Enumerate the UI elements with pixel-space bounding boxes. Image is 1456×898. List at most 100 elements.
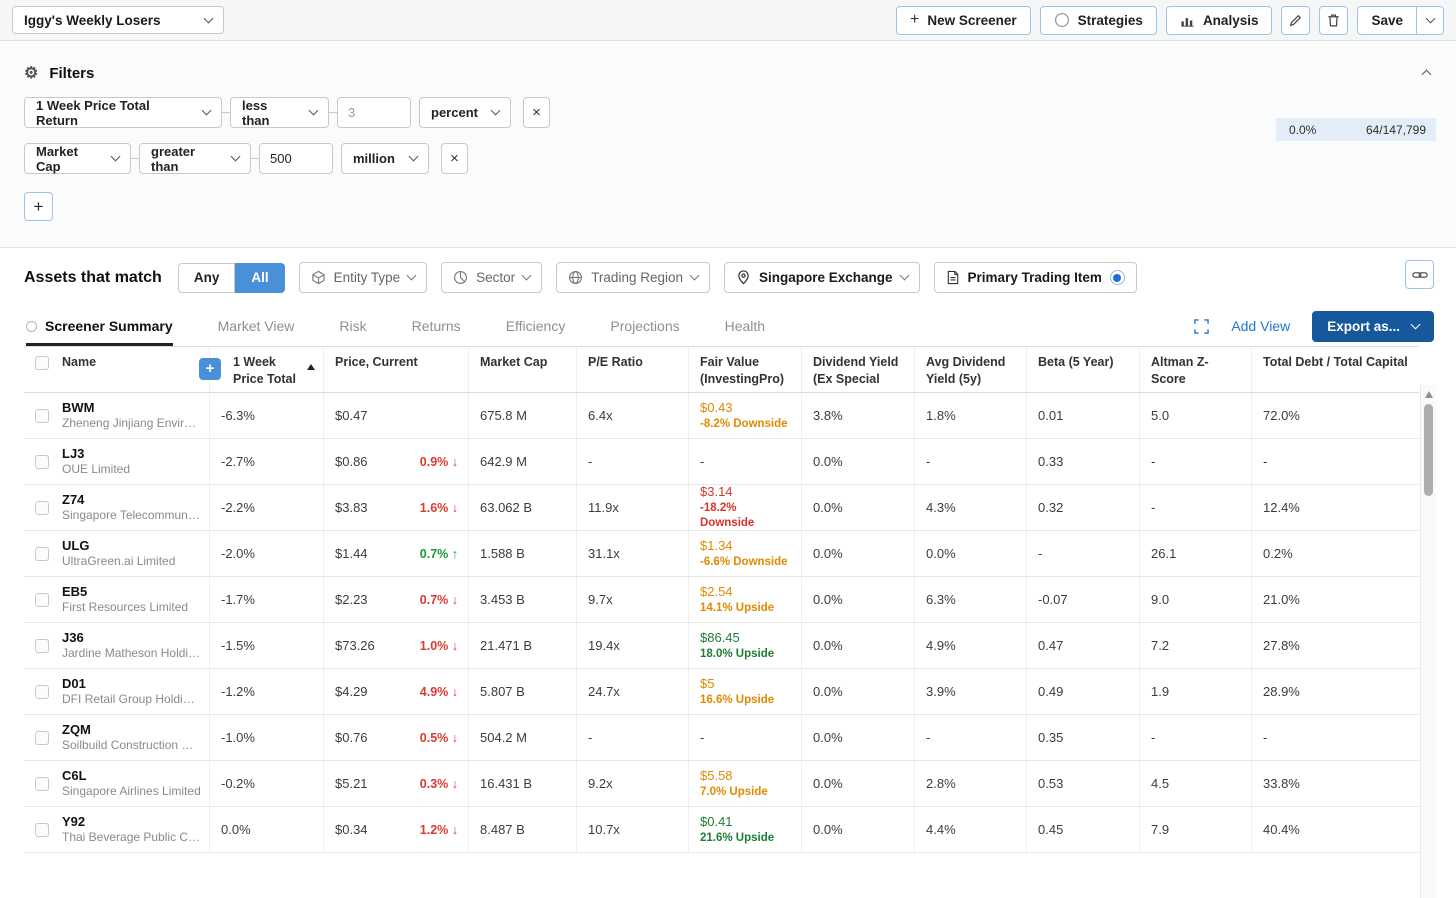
save-options-button[interactable] [1417, 5, 1444, 35]
asset-ticker[interactable]: Z74 [62, 492, 201, 508]
table-row[interactable]: EB5 First Resources Limited -1.7% $2.23 0.7%… [24, 577, 1419, 623]
screener-select[interactable]: Iggy's Weekly Losers [12, 6, 224, 34]
delete-button[interactable] [1319, 5, 1349, 35]
row-checkbox[interactable] [35, 408, 49, 423]
edit-button[interactable] [1281, 5, 1311, 35]
tab-screener-summary[interactable]: Screener Summary [26, 309, 173, 346]
column-label: 1 Week Price Total [233, 355, 296, 386]
exchange-chip[interactable]: Singapore Exchange [724, 262, 920, 293]
trading-region-chip[interactable]: Trading Region [556, 262, 710, 293]
price-value: $0.34 [335, 822, 368, 837]
new-screener-button[interactable]: + New Screener [896, 5, 1031, 35]
filter-value-input[interactable] [337, 97, 411, 128]
asset-ticker[interactable]: D01 [62, 676, 201, 692]
tab-market-view[interactable]: Market View [218, 309, 295, 346]
filter-unit-select[interactable]: million [341, 143, 429, 174]
add-column-button[interactable]: + [199, 358, 221, 380]
column-header-debt[interactable]: Total Debt / Total Capital [1252, 347, 1419, 392]
primary-trading-item-chip[interactable]: Primary Trading Item [933, 262, 1137, 293]
asset-ticker[interactable]: J36 [62, 630, 201, 646]
row-checkbox[interactable] [35, 500, 49, 515]
tab-projections[interactable]: Projections [610, 309, 679, 346]
fair-value-price: $1.34 [700, 537, 733, 553]
add-view-link[interactable]: Add View [1231, 318, 1290, 334]
match-count: 64/147,799 [1365, 122, 1426, 137]
filter-field-select[interactable]: Market Cap [24, 143, 131, 174]
asset-ticker[interactable]: ZQM [62, 722, 201, 738]
filter-field-select[interactable]: 1 Week Price Total Return [24, 97, 222, 128]
column-header-mcap[interactable]: Market Cap [469, 347, 577, 392]
tab-risk[interactable]: Risk [339, 309, 366, 346]
entity-type-chip[interactable]: Entity Type [298, 262, 428, 293]
filters-title: Filters [49, 65, 95, 82]
asset-ticker[interactable]: LJ3 [62, 446, 130, 462]
export-button[interactable]: Export as... [1312, 310, 1434, 342]
beta-cell: 0.45 [1027, 807, 1140, 852]
column-header-pe[interactable]: P/E Ratio [577, 347, 689, 392]
export-label: Export as... [1327, 318, 1400, 334]
table-row[interactable]: Y92 Thai Beverage Public Com... 0.0% $0.34 1… [24, 807, 1419, 853]
asset-ticker[interactable]: Y92 [62, 814, 201, 830]
vertical-scrollbar[interactable] [1420, 385, 1436, 898]
filter-unit-select[interactable]: percent [419, 97, 511, 128]
all-toggle-button[interactable]: All [235, 262, 285, 293]
pe-ratio-cell: 10.7x [577, 807, 689, 852]
fair-value-note: -8.2% Downside [700, 417, 788, 430]
pie-chart-icon [453, 270, 468, 285]
column-header-avgdiv[interactable]: Avg Dividend Yield (5y) [915, 347, 1027, 392]
column-header-altman[interactable]: Altman Z-Score [1140, 347, 1252, 392]
strategies-button[interactable]: Strategies [1039, 5, 1157, 35]
row-checkbox[interactable] [35, 546, 49, 561]
table-row[interactable]: BWMZheneng Jinjiang Environm...-6.3%$0.4… [24, 393, 1419, 439]
asset-ticker[interactable]: C6L [62, 768, 201, 784]
column-header-name[interactable]: Name [24, 347, 210, 392]
save-button[interactable]: Save [1357, 5, 1417, 35]
table-row[interactable]: ZQMSoilbuild Construction Grou...-1.0%$0… [24, 715, 1419, 761]
sector-chip[interactable]: Sector [441, 262, 543, 293]
filter-value-input[interactable] [259, 143, 333, 174]
table-row[interactable]: LJ3 OUE Limited -2.7% $0.86 0.9% ↓ 642.9 M--0… [24, 439, 1419, 485]
row-checkbox[interactable] [35, 684, 49, 699]
table-row[interactable]: C6L Singapore Airlines Limited -0.2% $5.21 0… [24, 761, 1419, 807]
pe-ratio-cell: - [577, 715, 689, 760]
column-header-week[interactable]: +1 Week Price Total [199, 347, 324, 392]
remove-filter-button[interactable]: × [441, 143, 468, 174]
pe-ratio-cell: 11.9x [577, 485, 689, 530]
column-header-fair[interactable]: Fair Value (InvestingPro) [689, 347, 802, 392]
plus-icon: + [910, 11, 920, 28]
scrollbar-thumb[interactable] [1424, 404, 1433, 496]
row-checkbox[interactable] [35, 356, 49, 370]
column-header-beta[interactable]: Beta (5 Year) [1027, 347, 1140, 392]
row-checkbox[interactable] [35, 454, 49, 469]
copy-link-button[interactable] [1405, 260, 1434, 289]
row-checkbox[interactable] [35, 638, 49, 653]
add-filter-button[interactable]: + [24, 192, 53, 221]
table-row[interactable]: J36Jardine Matheson Holdings...-1.5%$73.… [24, 623, 1419, 669]
table-row[interactable]: ULG UltraGreen.ai Limited -2.0% $1.44 0.7% ↑… [24, 531, 1419, 577]
asset-ticker[interactable]: BWM [62, 400, 201, 416]
filter-operator-select[interactable]: greater than [139, 143, 251, 174]
row-checkbox[interactable] [35, 822, 49, 837]
expand-icon[interactable] [1194, 318, 1210, 334]
row-checkbox[interactable] [35, 776, 49, 791]
table-row[interactable]: D01 DFI Retail Group Holdings ... -1.2% $4.… [24, 669, 1419, 715]
any-toggle-button[interactable]: Any [177, 262, 236, 293]
scroll-up-icon[interactable] [1424, 391, 1433, 398]
chevron-down-icon [899, 270, 909, 281]
week-return-cell: -6.3% [210, 393, 324, 438]
remove-filter-button[interactable]: × [523, 97, 550, 128]
analysis-button[interactable]: Analysis [1165, 5, 1273, 35]
tab-efficiency[interactable]: Efficiency [506, 309, 566, 346]
row-checkbox[interactable] [35, 730, 49, 745]
filter-operator-select[interactable]: less than [230, 97, 329, 128]
current-price-cell: $0.34 1.2% ↓ [324, 807, 469, 852]
column-header-divy[interactable]: Dividend Yield (Ex Special [802, 347, 915, 392]
tab-health[interactable]: Health [725, 309, 765, 346]
table-row[interactable]: Z74Singapore Telecommunicat...-2.2%$3.83… [24, 485, 1419, 531]
asset-ticker[interactable]: ULG [62, 538, 175, 554]
row-checkbox[interactable] [35, 592, 49, 607]
primary-trading-item-toggle[interactable] [1109, 270, 1125, 285]
column-header-price[interactable]: Price, Current [324, 347, 469, 392]
tab-returns[interactable]: Returns [412, 309, 461, 346]
asset-ticker[interactable]: EB5 [62, 584, 188, 600]
